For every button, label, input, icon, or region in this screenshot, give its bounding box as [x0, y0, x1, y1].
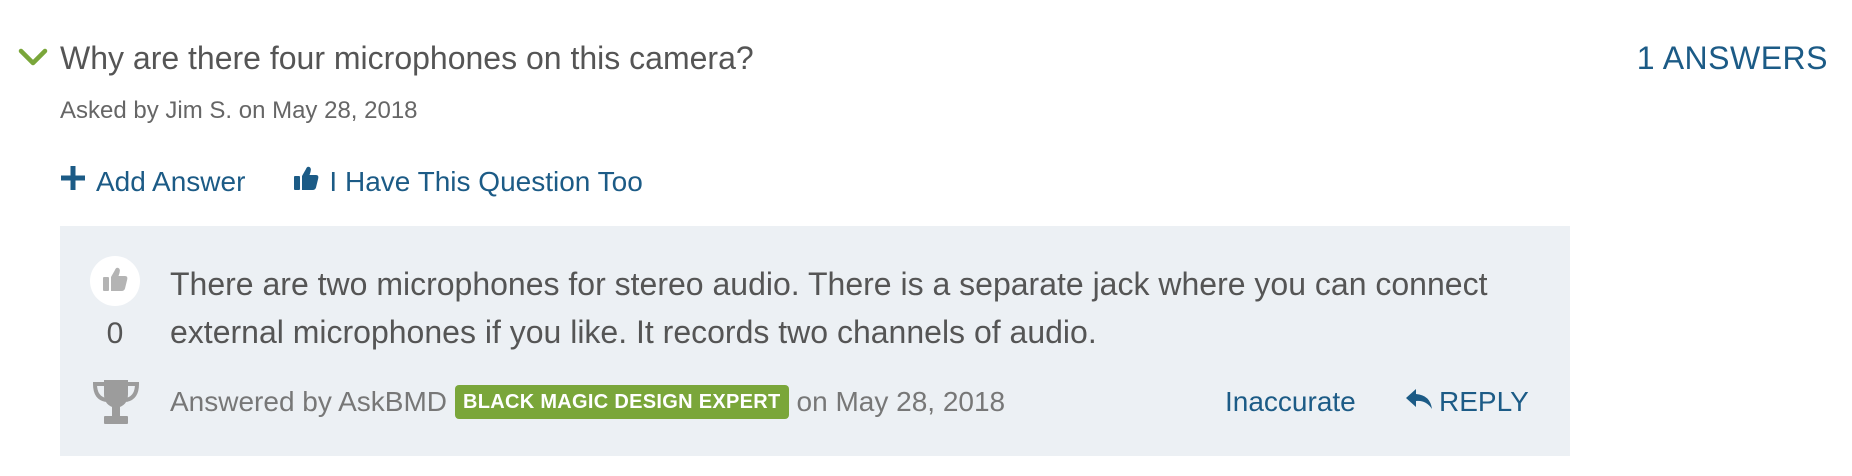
thumbs-up-icon: [293, 162, 319, 202]
same-question-button[interactable]: I Have This Question Too: [293, 162, 643, 202]
trophy-icon: [90, 378, 142, 426]
answer-date: on May 28, 2018: [796, 386, 1006, 417]
expert-badge: BLACK MAGIC DESIGN EXPERT: [455, 385, 789, 419]
reply-label: REPLY: [1439, 386, 1529, 417]
reply-button[interactable]: REPLY: [1405, 380, 1529, 424]
question-asked-by: Asked by Jim S. on May 28, 2018: [60, 97, 418, 124]
upvote-button[interactable]: [90, 256, 140, 306]
answered-by: Answered by AskBMD: [170, 386, 447, 417]
answer-meta: Answered by AskBMD BLACK MAGIC DESIGN EX…: [170, 380, 1005, 424]
add-answer-button[interactable]: Add Answer: [60, 162, 245, 202]
answer-card: 0 There are two microphones for stereo a…: [60, 226, 1570, 456]
reply-arrow-icon: [1405, 386, 1433, 418]
answers-count-link[interactable]: 1 ANSWERS: [1637, 36, 1828, 80]
plus-icon: [60, 162, 86, 202]
chevron-down-icon[interactable]: [18, 46, 48, 68]
question-item: Why are there four microphones on this c…: [0, 0, 1852, 476]
question-actions: Add Answer I Have This Question Too: [60, 160, 643, 204]
thumbs-up-icon: [102, 266, 128, 297]
same-question-label: I Have This Question Too: [329, 166, 643, 197]
answer-text: There are two microphones for stereo aud…: [170, 266, 1488, 350]
vote-count: 0: [106, 317, 124, 350]
inaccurate-link[interactable]: Inaccurate: [1225, 380, 1356, 424]
add-answer-label: Add Answer: [96, 166, 246, 197]
question-title[interactable]: Why are there four microphones on this c…: [60, 36, 754, 80]
